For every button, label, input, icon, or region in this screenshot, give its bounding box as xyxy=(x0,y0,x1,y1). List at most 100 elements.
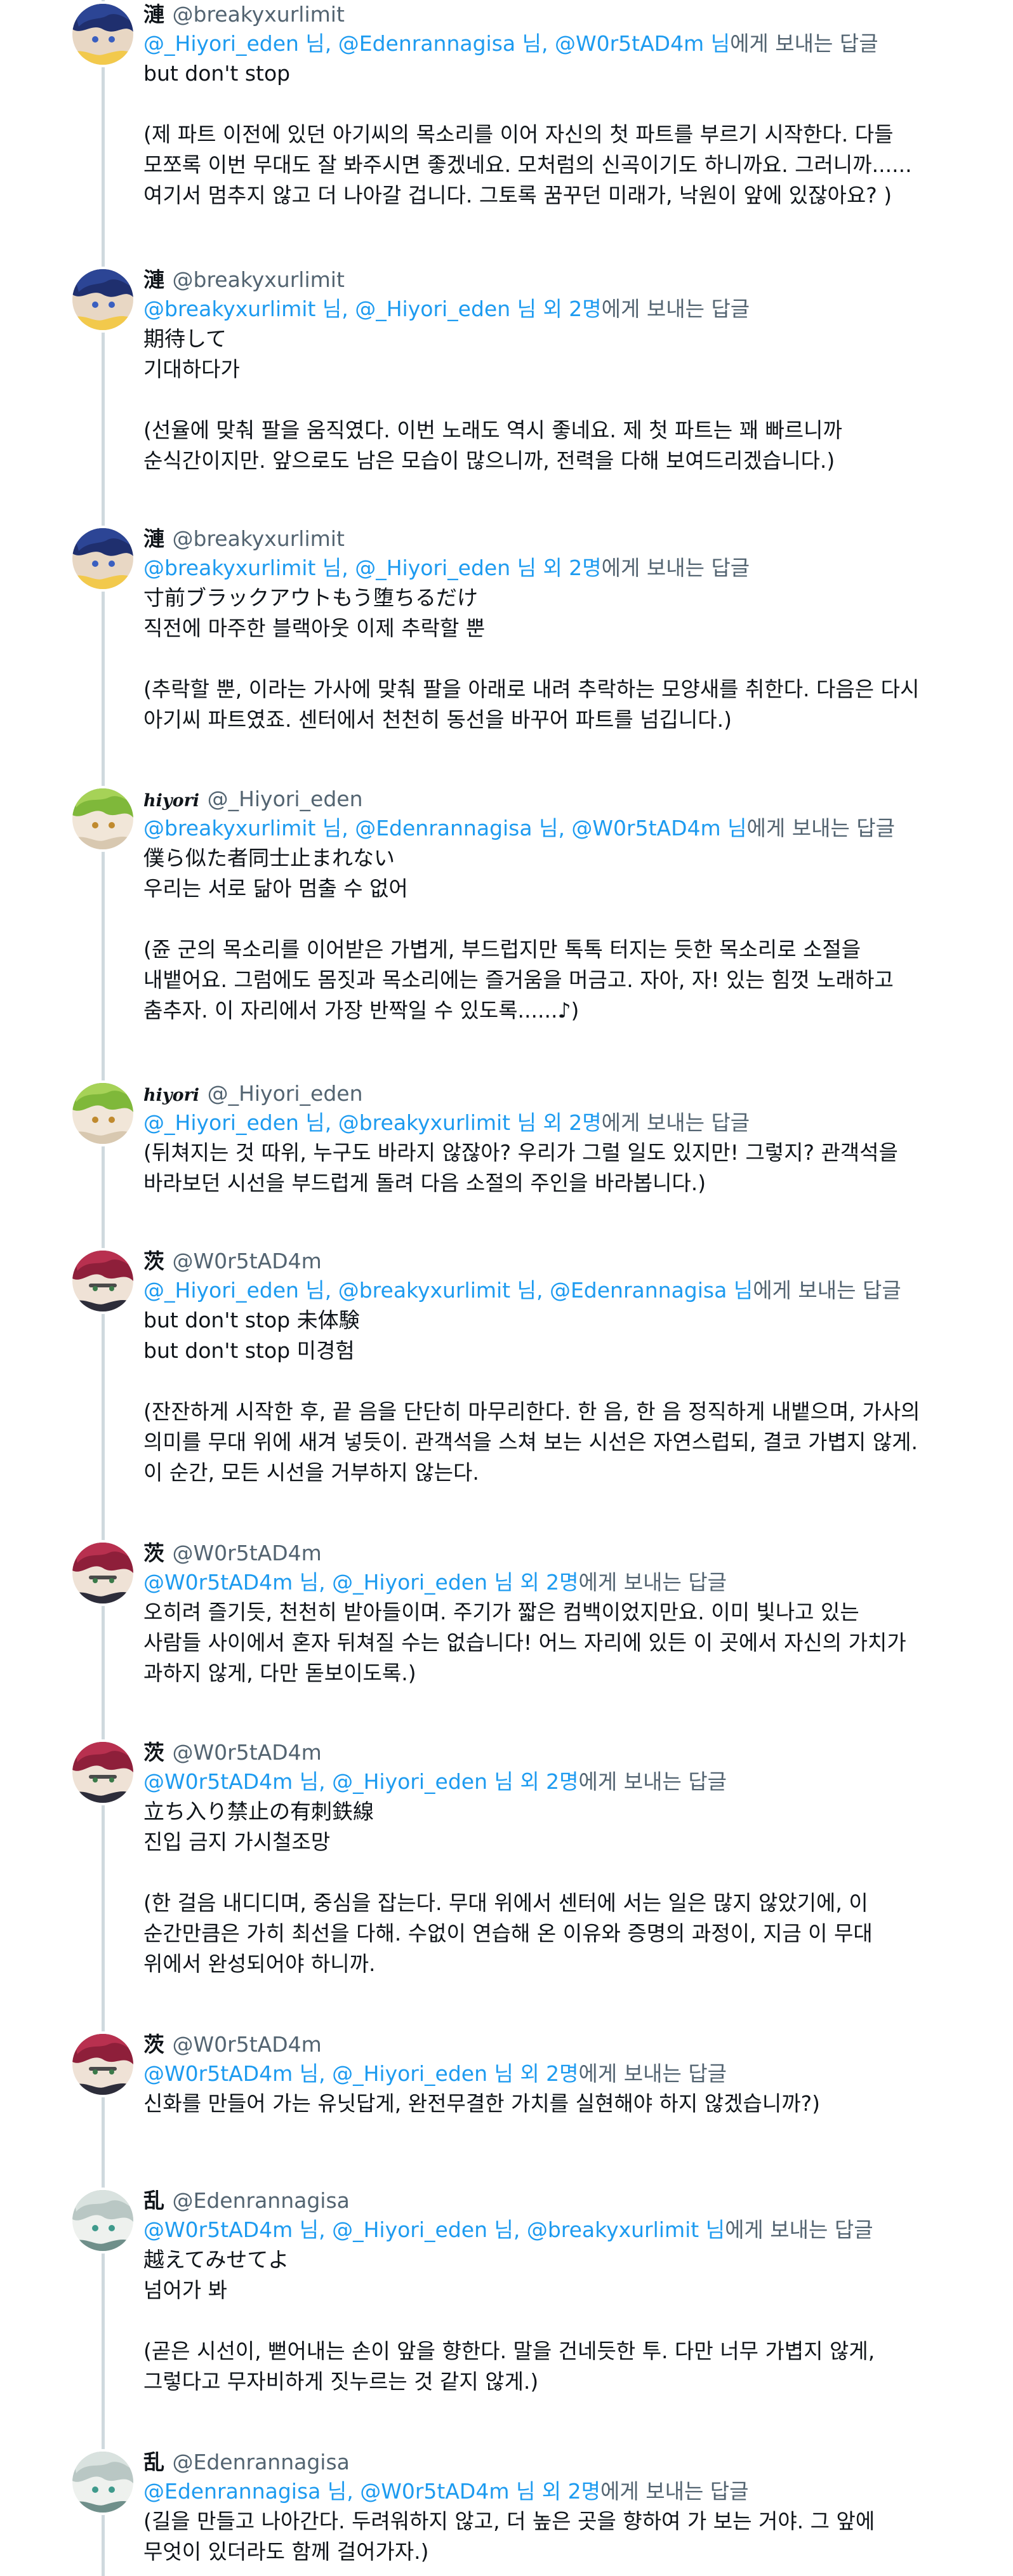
avatar-breakyxurlimit[interactable] xyxy=(72,528,133,589)
tweet-header: 漣 @breakyxurlimit xyxy=(143,265,969,295)
reply-mentions-link[interactable]: @Edenrannagisa 님, @W0r5tAD4m 님 외 2명 xyxy=(143,2479,600,2504)
reply-mentions-link[interactable]: @breakyxurlimit 님, @_Hiyori_eden 님 외 2명 xyxy=(143,296,602,321)
avatar-breakyxurlimit[interactable] xyxy=(72,269,133,330)
avatar-w0r5tad4m[interactable] xyxy=(72,1742,133,1803)
tweet-text-line: 넘어가 봐 xyxy=(143,2278,227,2302)
tweet-text: 寸前ブラックアウトもう堕ちるだけ 직전에 마주한 블랙아웃 이제 추락할 뿐 (… xyxy=(143,583,969,735)
tweet-text-line: but don't stop 未体験 xyxy=(143,1308,360,1332)
avatar-red-hair-icon xyxy=(72,1543,133,1603)
reply-suffix: 에게 보내는 답글 xyxy=(725,2217,873,2242)
display-name[interactable]: 茨 xyxy=(143,1740,164,1765)
avatar-red-hair-icon xyxy=(72,1742,133,1803)
tweet-text-line: 무엇이 있더라도 함께 걸어가자.) xyxy=(143,2539,429,2564)
avatar-w0r5tad4m[interactable] xyxy=(72,2034,133,2095)
user-handle[interactable]: @W0r5tAD4m xyxy=(173,1541,322,1565)
tweet-header: 乱 @Edenrannagisa xyxy=(143,2186,969,2215)
reply-mentions-link[interactable]: @_Hiyori_eden 님, @breakyxurlimit 님, @Ede… xyxy=(143,1278,753,1303)
avatar-hiyori-eden[interactable] xyxy=(72,1083,133,1144)
tweet-text-line: but don't stop xyxy=(143,61,291,86)
display-name[interactable]: 漣 xyxy=(143,2,164,27)
tweet-header: 茨 @W0r5tAD4m xyxy=(143,1247,969,1276)
tweet-text: 僕ら似た者同士止まれない 우리는 서로 닮아 멈출 수 없어 (쥰 군의 목소리… xyxy=(143,843,969,1026)
avatar-w0r5tad4m[interactable] xyxy=(72,1543,133,1603)
avatar-blue-hair-icon xyxy=(72,269,133,330)
reply-context: @_Hiyori_eden 님, @breakyxurlimit 님 외 2명에… xyxy=(143,1108,969,1138)
avatar-breakyxurlimit[interactable] xyxy=(72,4,133,65)
tweet-text-line: 과하지 않게, 다만 돋보이도록.) xyxy=(143,1661,416,1685)
tweet-text-line: 위에서 완성되어야 하니까. xyxy=(143,1951,376,1976)
display-name[interactable]: 乱 xyxy=(143,2188,164,2213)
user-handle[interactable]: @_Hiyori_eden xyxy=(208,787,363,811)
user-handle[interactable]: @breakyxurlimit xyxy=(173,2,345,27)
reply-suffix: 에게 보내는 답글 xyxy=(578,1570,727,1595)
tweet-text-line: 우리는 서로 닮아 멈출 수 없어 xyxy=(143,876,408,901)
tweet-header: 漣 @breakyxurlimit xyxy=(143,524,969,554)
tweet-text: 立ち入り禁止の有刺鉄線 진입 금지 가시철조망 (한 걸음 내디디며, 중심을 … xyxy=(143,1796,969,1979)
tweet-text-line: 그렇다고 무자비하게 짓누르는 것 같지 않게.) xyxy=(143,2369,539,2394)
user-handle[interactable]: @breakyxurlimit xyxy=(173,526,345,551)
avatar-edenrannagisa[interactable] xyxy=(72,2190,133,2251)
reply-mentions-link[interactable]: @breakyxurlimit 님, @_Hiyori_eden 님 외 2명 xyxy=(143,555,602,580)
reply-mentions-link[interactable]: @W0r5tAD4m 님, @_Hiyori_eden 님 외 2명 xyxy=(143,1570,579,1595)
user-handle[interactable]: @W0r5tAD4m xyxy=(173,1740,322,1765)
user-handle[interactable]: @W0r5tAD4m xyxy=(173,1249,322,1273)
user-handle[interactable]: @Edenrannagisa xyxy=(173,2188,350,2213)
tweet-header: 乱 @Edenrannagisa xyxy=(143,2448,969,2477)
tweet-text-line: (곧은 시선이, 뻗어내는 손이 앞을 향한다. 말을 건네듯한 투. 다만 너… xyxy=(143,2339,875,2363)
avatar-w0r5tad4m[interactable] xyxy=(72,1251,133,1311)
user-handle[interactable]: @W0r5tAD4m xyxy=(173,2032,322,2057)
tweet-text: but don't stop (제 파트 이전에 있던 아기씨의 목소리를 이어… xyxy=(143,58,969,211)
tweet-header: hiyori @_Hiyori_eden xyxy=(143,1079,969,1108)
reply-mentions-link[interactable]: @_Hiyori_eden 님, @breakyxurlimit 님 외 2명 xyxy=(143,1110,602,1135)
tweet-text-line xyxy=(143,89,969,119)
tweet-text-line: 오히려 즐기듯, 천천히 받아들이며. 주기가 짧은 컴백이었지만요. 이미 빛… xyxy=(143,1600,859,1624)
tweet-text-line: 순식간이지만. 앞으로도 남은 모습이 많으니까, 전력을 다해 보여드리겠습니… xyxy=(143,448,835,473)
display-name[interactable]: 茨 xyxy=(143,1249,164,1273)
tweet-header: 漣 @breakyxurlimit xyxy=(143,0,969,29)
tweet-text-line: (추락할 뿐, 이라는 가사에 맞춰 팔을 아래로 내려 추락하는 모양새를 취… xyxy=(143,677,920,701)
avatar-hiyori-eden[interactable] xyxy=(72,788,133,849)
tweet-text-line: 立ち入り禁止の有刺鉄線 xyxy=(143,1799,374,1824)
tweet-text-line: 내뱉어요. 그럼에도 몸짓과 목소리에는 즐거움을 머금고. 자아, 자! 있는… xyxy=(143,967,894,992)
display-name[interactable]: 漣 xyxy=(143,267,164,292)
display-name[interactable]: 茨 xyxy=(143,1541,164,1565)
tweet-text-line: 기대하다가 xyxy=(143,357,240,382)
tweet-header: 茨 @W0r5tAD4m xyxy=(143,1539,969,1568)
display-name[interactable]: hiyori xyxy=(143,1086,199,1105)
reply-suffix: 에게 보내는 답글 xyxy=(601,555,750,580)
avatar-green-hair-icon xyxy=(72,1083,133,1144)
tweet-text-line: (제 파트 이전에 있던 아기씨의 목소리를 이어 자신의 첫 파트를 부르기 … xyxy=(143,122,894,147)
tweet-text-line: (선율에 맞춰 팔을 움직였다. 이번 노래도 역시 좋네요. 제 첫 파트는 … xyxy=(143,418,842,442)
tweet-header: 茨 @W0r5tAD4m xyxy=(143,1738,969,1767)
avatar-silver-hair-icon xyxy=(72,2190,133,2251)
user-handle[interactable]: @_Hiyori_eden xyxy=(208,1081,363,1106)
avatar-blue-hair-icon xyxy=(72,4,133,65)
reply-context: @breakyxurlimit 님, @Edenrannagisa 님, @W0… xyxy=(143,814,969,843)
user-handle[interactable]: @Edenrannagisa xyxy=(173,2450,350,2474)
avatar-edenrannagisa[interactable] xyxy=(72,2452,133,2513)
reply-context: @W0r5tAD4m 님, @_Hiyori_eden 님 외 2명에게 보내는… xyxy=(143,1568,969,1597)
tweet-text-line: 직전에 마주한 블랙아웃 이제 추락할 뿐 xyxy=(143,616,486,641)
reply-mentions-link[interactable]: @W0r5tAD4m 님, @_Hiyori_eden 님 외 2명 xyxy=(143,2061,579,2086)
tweet-text-line: (한 걸음 내디디며, 중심을 잡는다. 무대 위에서 센터에 서는 일은 많지… xyxy=(143,1890,868,1915)
avatar-red-hair-icon xyxy=(72,2034,133,2095)
reply-mentions-link[interactable]: @breakyxurlimit 님, @Edenrannagisa 님, @W0… xyxy=(143,816,747,840)
reply-mentions-link[interactable]: @W0r5tAD4m 님, @_Hiyori_eden 님 외 2명 xyxy=(143,1769,579,1794)
display-name[interactable]: hiyori xyxy=(143,791,199,811)
tweet-text-line xyxy=(143,2306,969,2336)
reply-suffix: 에게 보내는 답글 xyxy=(600,2479,749,2504)
tweet-text: 오히려 즐기듯, 천천히 받아들이며. 주기가 짧은 컴백이었지만요. 이미 빛… xyxy=(143,1597,969,1689)
display-name[interactable]: 漣 xyxy=(143,526,164,551)
tweet-text: (길을 만들고 나아간다. 두려워하지 않고, 더 높은 곳을 향하여 가 보는… xyxy=(143,2506,969,2567)
tweet-header: 茨 @W0r5tAD4m xyxy=(143,2030,969,2059)
tweet-text-line: 순간만큼은 가히 최선을 다해. 수없이 연습해 온 이유와 증명의 과정이, … xyxy=(143,1921,873,1946)
tweet-text: but don't stop 未体験 but don't stop 미경험 (잔… xyxy=(143,1305,969,1488)
reply-mentions-link[interactable]: @W0r5tAD4m 님, @_Hiyori_eden 님, @breakyxu… xyxy=(143,2217,725,2242)
tweet-header: hiyori @_Hiyori_eden xyxy=(143,785,969,814)
display-name[interactable]: 茨 xyxy=(143,2032,164,2057)
display-name[interactable]: 乱 xyxy=(143,2450,164,2474)
reply-context: @_Hiyori_eden 님, @breakyxurlimit 님, @Ede… xyxy=(143,1276,969,1305)
user-handle[interactable]: @breakyxurlimit xyxy=(173,267,345,292)
reply-suffix: 에게 보내는 답글 xyxy=(730,31,878,56)
reply-mentions-link[interactable]: @_Hiyori_eden 님, @Edenrannagisa 님, @W0r5… xyxy=(143,31,730,56)
